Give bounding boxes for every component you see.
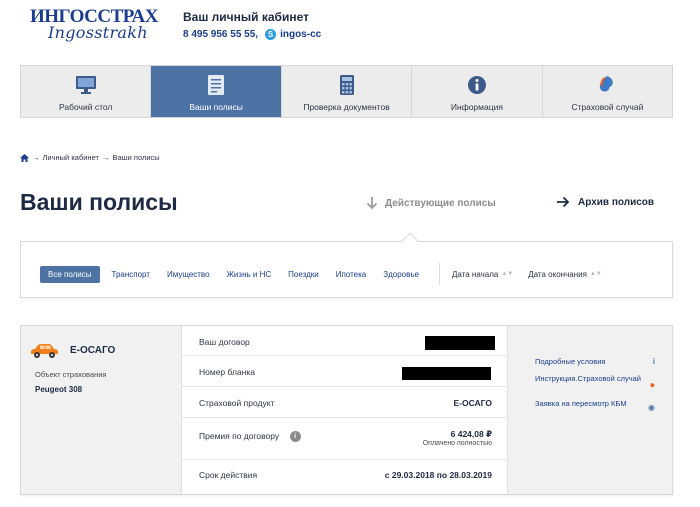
logo-sub-text: Ingosstrakh — [48, 23, 148, 42]
filter-mortgage[interactable]: Ипотека — [336, 270, 367, 279]
detail-row-contract: Ваш договор — [182, 326, 507, 356]
filter-property[interactable]: Имущество — [167, 270, 210, 279]
skype-icon: S — [265, 29, 277, 40]
nav-item-desktop[interactable]: Рабочий стол — [21, 66, 152, 117]
policy-summary: Е-ОСАГО Объект страхования Peugeot 308 — [21, 326, 181, 494]
policy-details: Ваш договор Номер бланка Страховой проду… — [181, 326, 508, 494]
detail-row-product: Страховой продукт Е-ОСАГО — [182, 387, 507, 418]
breadcrumb-item-cabinet[interactable]: Личный кабинет — [43, 153, 99, 162]
info-small-icon: i — [652, 357, 655, 366]
link-label: Заявка на пересмотр КБМ — [535, 399, 627, 408]
detail-row-premium: Премия по договору i 6 424,08 ₽ Оплачено… — [182, 418, 507, 460]
nav-label: Ваши полисы — [189, 102, 243, 112]
sort-label: Дата начала — [451, 269, 499, 279]
link-label: Подробные условия — [535, 357, 606, 366]
nav-item-information[interactable]: Информация — [412, 66, 543, 117]
tab-label: Архив полисов — [578, 196, 655, 208]
detail-label: Номер бланка — [199, 367, 256, 377]
filter-travel[interactable]: Поездки — [288, 270, 319, 279]
nav-item-doc-check[interactable]: Проверка документов — [282, 66, 413, 117]
premium-label: Премия по договору — [199, 431, 280, 441]
tab-active-policies[interactable]: Действующие полисы — [366, 196, 496, 210]
object-label: Объект страхования — [35, 370, 107, 379]
object-value: Peugeot 308 — [35, 385, 83, 394]
nav-item-insurance-case[interactable]: Страховой случай — [543, 66, 672, 117]
product-value: Е-ОСАГО — [453, 398, 493, 408]
calculator-icon — [336, 74, 358, 96]
swirl-icon — [596, 74, 618, 96]
filter-life[interactable]: Жизнь и НС — [227, 270, 272, 279]
policy-card: Е-ОСАГО Объект страхования Peugeot 308 В… — [20, 325, 673, 495]
arrow-down-icon — [366, 197, 378, 210]
contact-line: 8 495 956 55 55, S ingos-cc — [183, 29, 321, 40]
link-kbm-request[interactable]: Заявка на пересмотр КБМ ◉ — [535, 399, 655, 412]
phone-number: 8 495 956 55 55, — [183, 29, 259, 40]
detail-row-period: Срок действия с 29.03.2018 по 28.03.2019 — [182, 460, 507, 494]
detail-label: Страховой продукт — [199, 398, 275, 408]
premium-status: Оплачено полностью — [422, 440, 492, 447]
swirl-small-icon: ๑ — [649, 380, 655, 389]
filter-divider — [438, 263, 440, 285]
cabinet-title: Ваш личный кабинет — [183, 10, 309, 24]
arrow-right-icon — [557, 196, 570, 208]
tab-archive-policies[interactable]: Архив полисов — [556, 196, 654, 208]
detail-label: Срок действия — [199, 470, 258, 480]
breadcrumb: → Личный кабинет → Ваши полисы — [20, 153, 160, 162]
sort-label: Дата окончания — [528, 269, 587, 279]
detail-label: Ваш договор — [199, 337, 250, 347]
breadcrumb-separator: → — [32, 153, 40, 162]
info-icon — [466, 74, 488, 96]
info-icon[interactable]: i — [289, 431, 301, 443]
policy-links: Подробные условия i Инструкция.Страховой… — [508, 326, 672, 494]
nav-label: Страховой случай — [571, 102, 644, 112]
nav-item-policies[interactable]: Ваши полисы — [151, 66, 282, 117]
nav-label: Рабочий стол — [59, 102, 113, 112]
detail-label: Премия по договору i — [199, 431, 301, 443]
breadcrumb-item-policies: Ваши полисы — [112, 153, 160, 162]
filter-all[interactable]: Все полисы — [40, 265, 100, 283]
filter-health[interactable]: Здоровье — [383, 270, 419, 279]
period-value: с 29.03.2018 по 28.03.2019 — [384, 470, 492, 480]
redacted-contract — [425, 336, 495, 350]
filter-row: Все полисы Транспорт Имущество Жизнь и Н… — [40, 263, 617, 285]
policy-name[interactable]: Е-ОСАГО — [70, 345, 115, 356]
tab-label: Действующие полисы — [385, 197, 496, 209]
sort-arrows-icon: ▲▼ — [501, 271, 514, 277]
premium-value: 6 424,08 ₽ — [450, 429, 492, 439]
document-icon — [205, 74, 227, 96]
sort-start-date[interactable]: Дата начала ▲▼ — [452, 270, 513, 279]
nav-label: Информация — [450, 102, 503, 112]
home-icon[interactable] — [20, 153, 29, 162]
car-icon — [31, 344, 58, 358]
breadcrumb-separator: → — [101, 153, 110, 162]
nav-label: Проверка документов — [303, 102, 390, 112]
main-nav: Рабочий стол Ваши полисы Проверка докуме… — [20, 65, 673, 118]
link-conditions[interactable]: Подробные условия i — [535, 357, 655, 366]
sort-arrows-icon: ▲▼ — [589, 271, 602, 277]
link-instruction[interactable]: Инструкция.Страховой случай ๑ — [535, 374, 655, 389]
page-title: Ваши полисы — [20, 189, 178, 215]
ingosstrakh-logo[interactable]: ИНГОССТРАХ Ingosstrakh — [30, 6, 160, 44]
redacted-blank — [402, 367, 491, 380]
detail-row-blank: Номер бланка — [182, 356, 507, 387]
link-label: Инструкция.Страховой случай — [535, 374, 641, 383]
skype-handle[interactable]: ingos-cc — [280, 29, 321, 40]
sort-end-date[interactable]: Дата окончания ▲▼ — [528, 270, 602, 279]
filter-transport[interactable]: Транспорт — [112, 270, 150, 279]
filter-panel: Все полисы Транспорт Имущество Жизнь и Н… — [20, 241, 673, 298]
globe-icon: ◉ — [648, 403, 655, 412]
desktop-icon — [75, 74, 97, 96]
